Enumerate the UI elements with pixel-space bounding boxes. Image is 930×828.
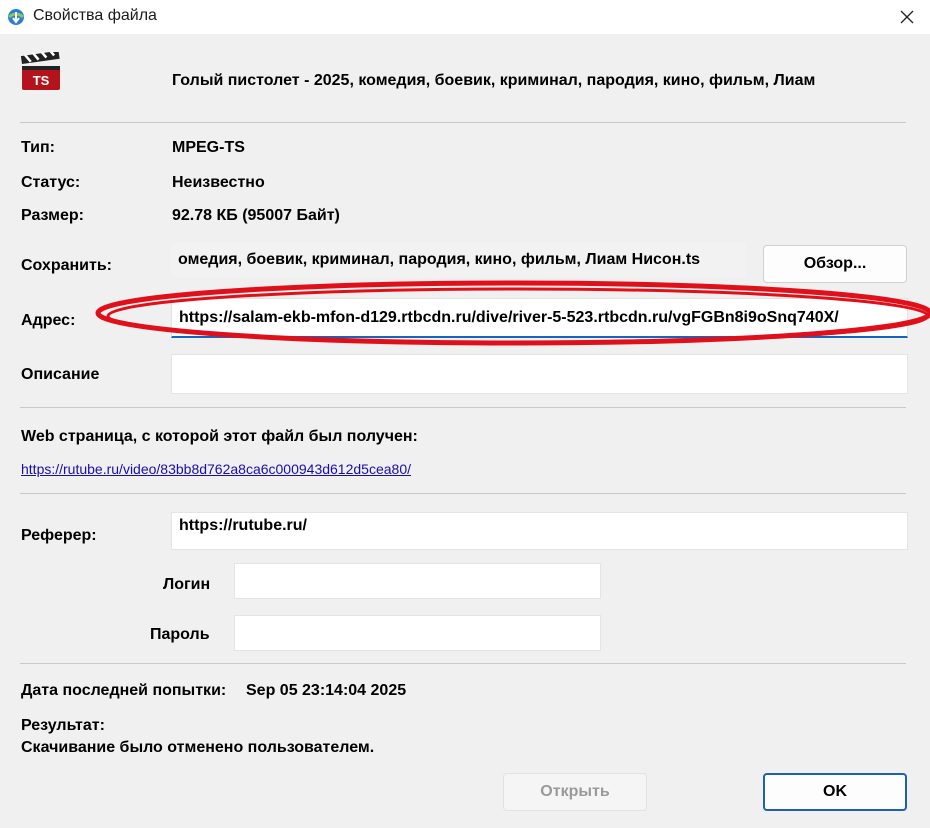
ts-clapperboard-icon: TS	[20, 47, 62, 92]
type-value: MPEG-TS	[172, 139, 245, 156]
file-title: Голый пистолет - 2025, комедия, боевик, …	[172, 72, 816, 89]
description-input[interactable]	[171, 354, 908, 394]
window-title: Свойства файла	[33, 7, 157, 24]
address-input[interactable]	[171, 298, 908, 338]
status-value: Неизвестно	[172, 174, 265, 191]
save-label: Сохранить:	[21, 257, 112, 274]
status-label: Статус:	[21, 174, 81, 191]
file-icon-text: TS	[33, 73, 50, 88]
last-attempt-value: Sep 05 23:14:04 2025	[246, 682, 407, 699]
separator	[20, 122, 906, 123]
separator	[20, 407, 906, 408]
separator	[20, 663, 906, 664]
size-label: Размер:	[21, 207, 84, 224]
separator	[20, 493, 906, 494]
address-label: Адрес:	[21, 312, 76, 329]
description-label: Описание	[21, 366, 100, 383]
file-properties-window: Свойства файла TS Голый пистолет - 2025,…	[0, 0, 930, 828]
result-label: Результат:	[21, 717, 105, 734]
title-bar: Свойства файла	[0, 0, 930, 34]
save-path-field[interactable]: омедия, боевик, криминал, пародия, кино,…	[171, 243, 746, 277]
login-input[interactable]	[234, 563, 601, 599]
referrer-input[interactable]	[171, 512, 908, 550]
webpage-label: Web страница, с которой этот файл был по…	[21, 428, 418, 445]
result-value: Скачивание было отменено пользователем.	[21, 739, 375, 756]
ok-button[interactable]: OK	[763, 773, 907, 811]
size-value: 92.78 КБ (95007 Байт)	[172, 207, 340, 224]
password-input[interactable]	[234, 615, 601, 651]
webpage-link[interactable]: https://rutube.ru/video/83bb8d762a8ca6c0…	[21, 461, 411, 477]
type-label: Тип:	[21, 139, 55, 156]
last-attempt-label: Дата последней попытки:	[21, 682, 227, 699]
password-label: Пароль	[150, 626, 210, 643]
close-button[interactable]	[884, 0, 930, 34]
browse-button[interactable]: Обзор...	[763, 245, 907, 283]
open-button[interactable]: Открыть	[503, 773, 647, 811]
idm-globe-icon	[6, 7, 26, 27]
red-annotation-ellipse	[95, 280, 930, 346]
login-label: Логин	[163, 576, 211, 593]
referrer-label: Реферер:	[21, 527, 97, 544]
close-icon	[900, 10, 914, 24]
